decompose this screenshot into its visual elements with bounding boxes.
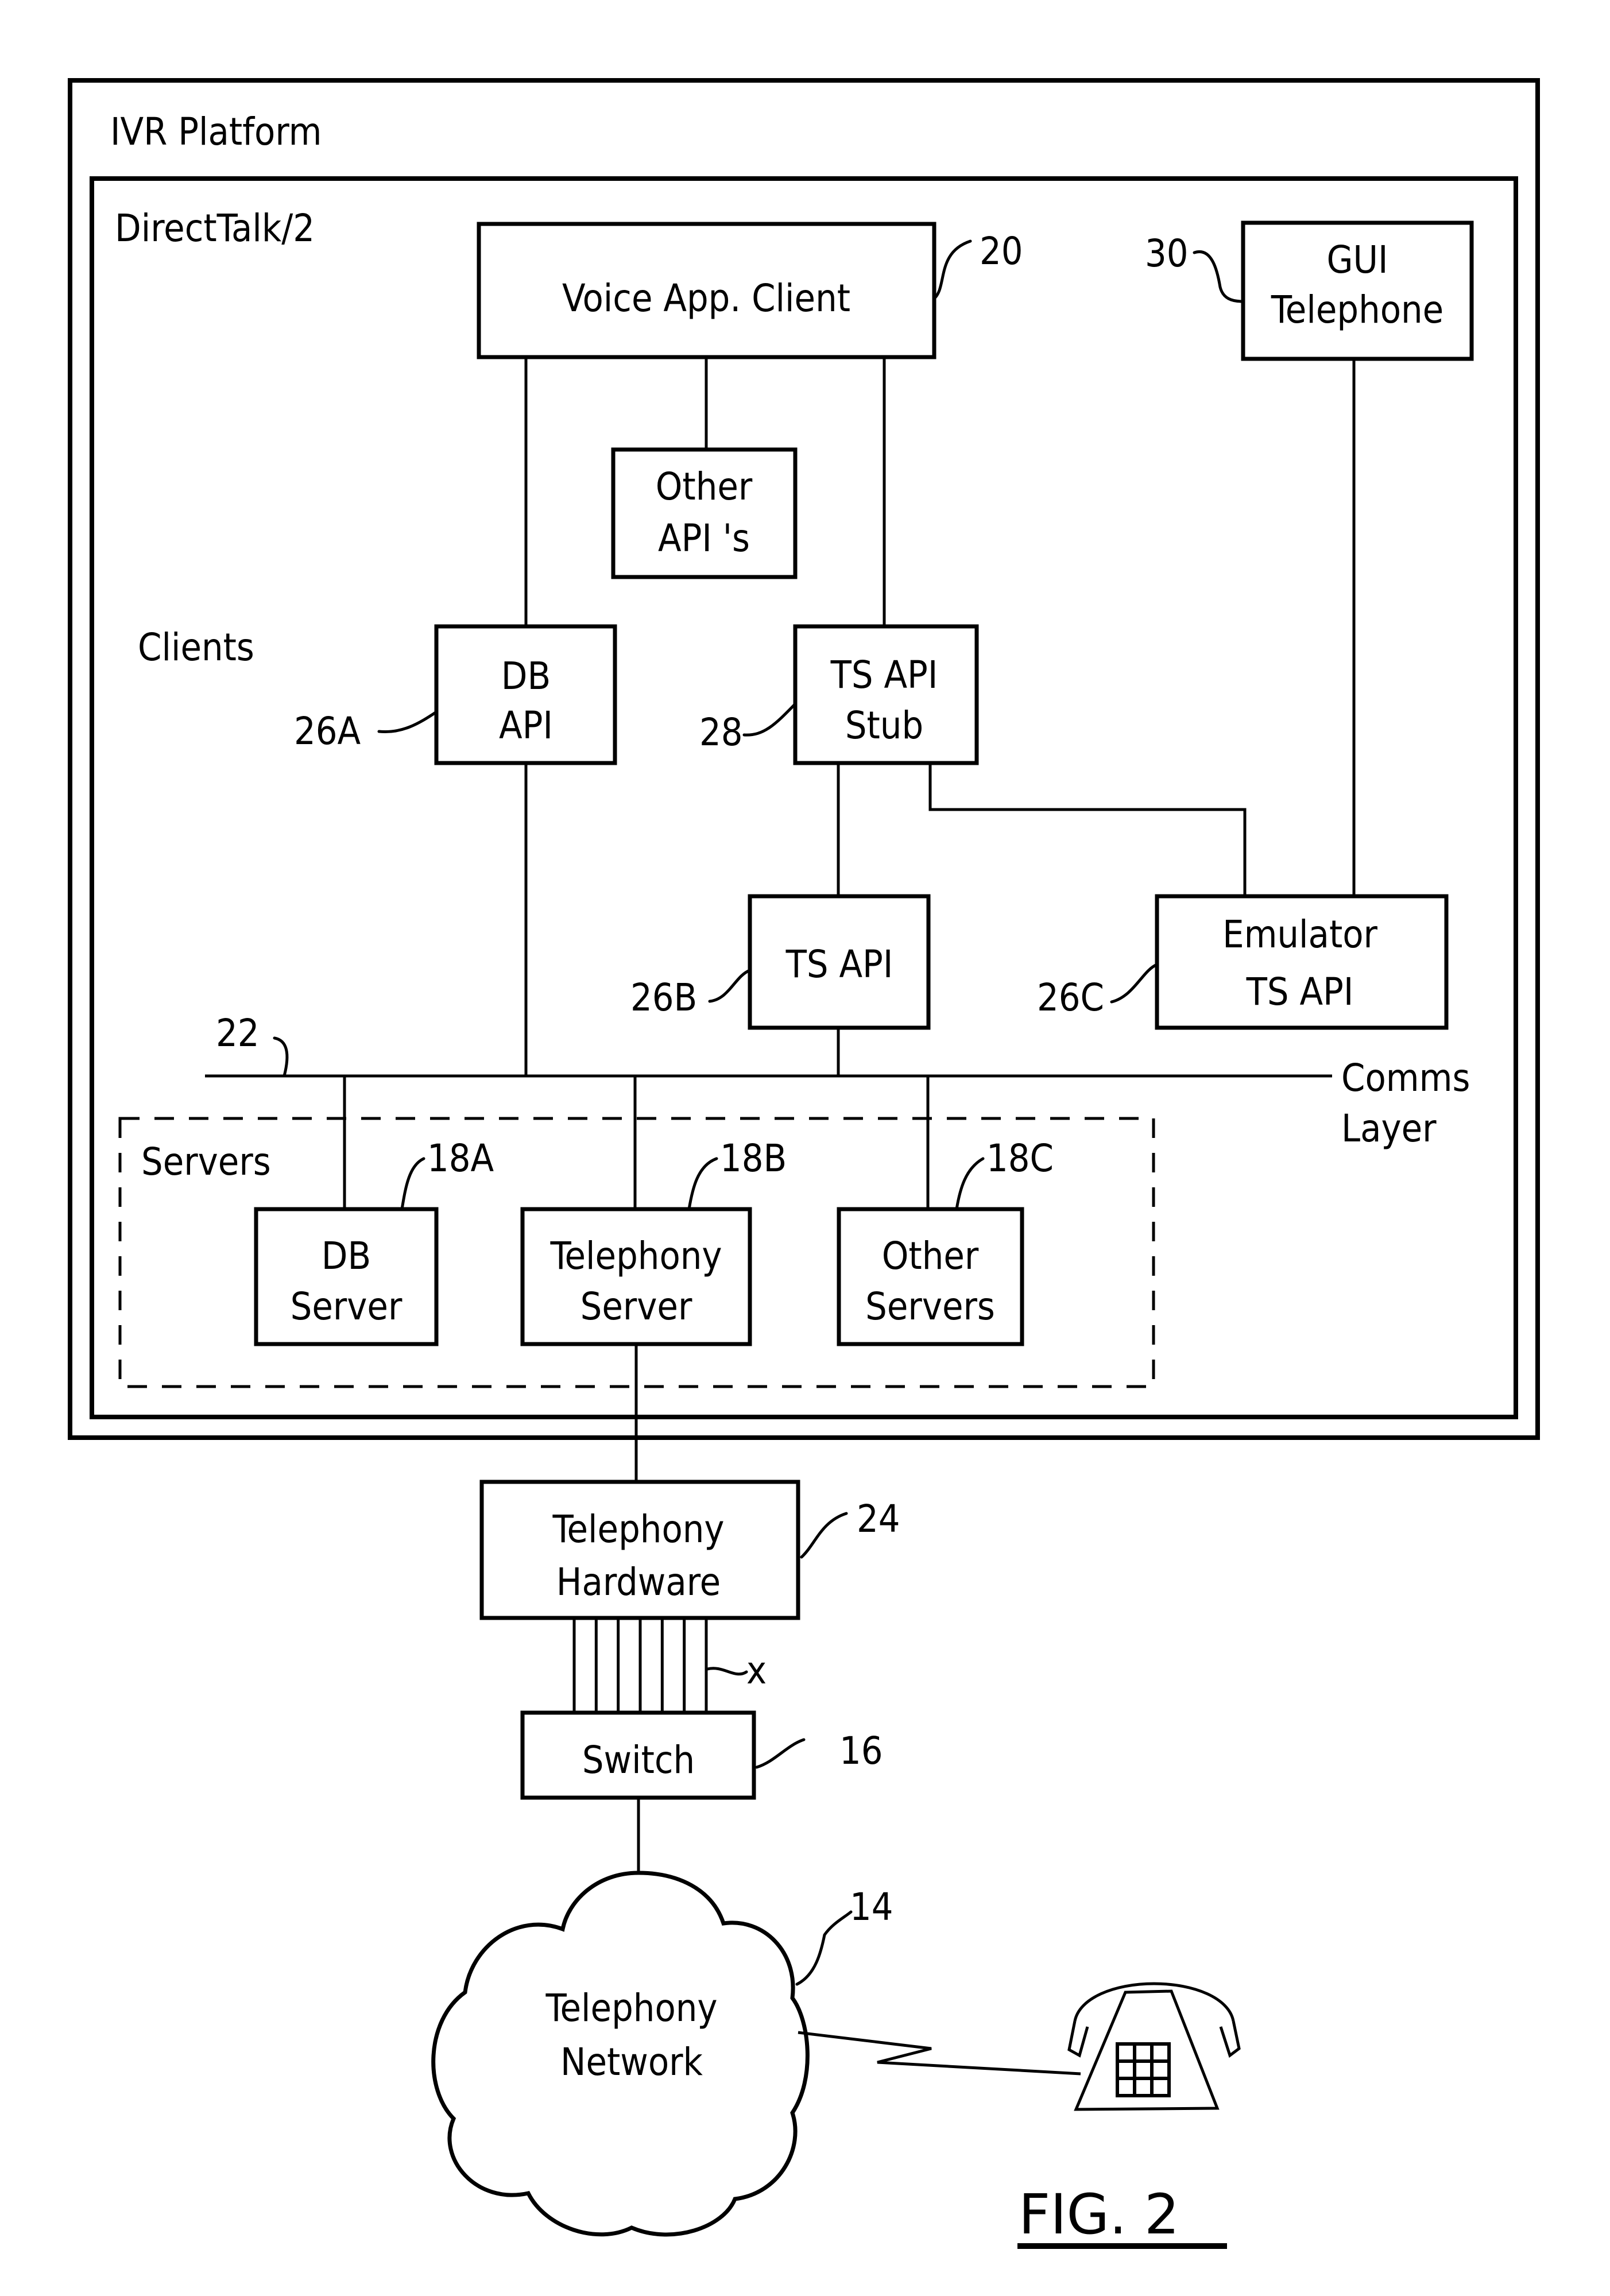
telephony-hardware-block: Telephony Hardware 24	[479, 1480, 900, 1620]
db-server-block: DB Server 18A	[254, 1136, 494, 1346]
telephony-network-label-line1: Telephony	[545, 1986, 717, 2030]
telephony-hardware-ref: 24	[857, 1497, 900, 1541]
telephony-server-leader	[687, 1157, 718, 1211]
gui-telephone-label-line2: Telephone	[1271, 288, 1443, 332]
telephony-hardware-leader	[800, 1512, 848, 1559]
figure-caption: FIG. 2	[1017, 2182, 1227, 2249]
keypad-key	[1133, 2059, 1154, 2080]
other-apis-label-line1: Other	[656, 464, 753, 509]
telephony-server-label-line1: Telephony	[549, 1234, 722, 1278]
voice-app-client-label: Voice App. Client	[562, 276, 850, 320]
wireless-link-line	[798, 2031, 1081, 2076]
telephone-handset	[1073, 1982, 1235, 2022]
ts-api-block: TS API 26B	[630, 894, 931, 1030]
wire-stub-emulator	[928, 763, 1247, 896]
comms-ref-leader	[273, 1036, 289, 1078]
gui-telephone-ref: 30	[1145, 231, 1189, 276]
telephone-icon	[1067, 1982, 1241, 2111]
trunk-lines-leader	[706, 1667, 748, 1676]
comms-layer-label-line1: Comms	[1341, 1056, 1470, 1100]
switch-ref: 16	[839, 1729, 883, 1773]
voice-app-client-ref: 20	[980, 229, 1023, 273]
db-api-leader	[377, 710, 438, 734]
switch-label: Switch	[582, 1738, 695, 1782]
keypad-key	[1150, 2077, 1171, 2097]
emulator-ts-api-label-line1: Emulator	[1222, 912, 1377, 957]
db-api-label-line2: API	[499, 703, 553, 748]
telephony-network-leader	[795, 1910, 853, 1986]
db-server-label-line2: Server	[291, 1284, 403, 1329]
other-apis-label-line2: API 's	[658, 516, 750, 560]
keypad-key	[1150, 2059, 1171, 2080]
ts-api-stub-ref: 28	[699, 710, 743, 754]
db-api-label-line1: DB	[501, 654, 551, 698]
keypad-key	[1133, 2042, 1154, 2063]
servers-label: Servers	[141, 1140, 271, 1184]
telephony-server-ref: 18B	[720, 1136, 787, 1180]
db-server-leader	[400, 1157, 425, 1211]
other-servers-leader	[955, 1157, 985, 1211]
ts-api-label: TS API	[785, 942, 893, 986]
other-servers-label-line2: Servers	[865, 1284, 995, 1329]
emulator-ts-api-ref: 26C	[1037, 975, 1104, 1020]
ivr-architecture-diagram: IVR Platform DirectTalk/2 Clients Comms …	[68, 78, 1540, 2249]
connection-wires	[205, 357, 1356, 1900]
gui-telephone-block: GUI Telephone 30	[1145, 220, 1474, 361]
figure-caption-text: FIG. 2	[1019, 2182, 1179, 2247]
telephone-keypad	[1116, 2042, 1171, 2097]
db-api-block: DB API 26A	[294, 624, 617, 765]
ts-api-ref: 26B	[630, 975, 697, 1020]
voice-app-client-block: Voice App. Client 20	[477, 222, 1023, 359]
telephony-hardware-label-line1: Telephony	[552, 1507, 724, 1551]
other-servers-block: Other Servers 18C	[837, 1136, 1054, 1346]
db-api-ref: 26A	[294, 709, 361, 753]
ts-api-leader	[708, 969, 752, 1003]
voice-app-client-leader	[932, 239, 972, 300]
emulator-ts-api-block: Emulator TS API 26C	[1037, 894, 1449, 1030]
emulator-ts-api-label-line2: TS API	[1246, 970, 1354, 1014]
switch-leader	[755, 1738, 806, 1769]
comms-ref-number: 22	[216, 1011, 260, 1055]
trunk-lines	[572, 1618, 708, 1713]
keypad-key	[1116, 2077, 1136, 2097]
keypad-key	[1150, 2042, 1171, 2063]
other-servers-ref: 18C	[986, 1136, 1054, 1180]
other-servers-label-line1: Other	[882, 1234, 979, 1278]
gui-telephone-label-line1: GUI	[1327, 238, 1388, 282]
ts-api-stub-label-line2: Stub	[845, 703, 923, 748]
telephone-mouthpiece	[1219, 2020, 1241, 2058]
clients-label: Clients	[138, 625, 254, 669]
keypad-key	[1133, 2077, 1154, 2097]
other-apis-block: Other API 's	[611, 447, 798, 579]
telephone-earpiece	[1067, 2020, 1089, 2058]
telephony-network-ref: 14	[850, 1885, 893, 1929]
switch-block: Switch 16	[520, 1710, 883, 1800]
ivr-platform-label: IVR Platform	[110, 110, 322, 154]
ts-api-stub-block: TS API Stub 28	[699, 624, 979, 765]
telephony-network-label-line2: Network	[560, 2040, 703, 2084]
trunk-lines-ref: x	[746, 1648, 767, 1693]
ts-api-stub-leader	[742, 702, 797, 737]
db-server-ref: 18A	[427, 1136, 494, 1180]
directtalk-label: DirectTalk/2	[115, 206, 315, 250]
keypad-key	[1116, 2059, 1136, 2080]
keypad-key	[1116, 2042, 1136, 2063]
db-server-label-line1: DB	[322, 1234, 371, 1278]
gui-telephone-leader	[1193, 250, 1245, 303]
comms-layer-label-line2: Layer	[1341, 1106, 1437, 1151]
telephony-server-block: Telephony Server 18B	[520, 1136, 787, 1346]
ts-api-stub-label-line1: TS API	[830, 653, 938, 697]
telephony-hardware-label-line2: Hardware	[556, 1560, 721, 1604]
telephony-network-block: Telephony Network 14	[431, 1871, 893, 2237]
telephony-server-label-line2: Server	[580, 1284, 692, 1329]
emulator-ts-api-leader	[1110, 963, 1159, 1004]
